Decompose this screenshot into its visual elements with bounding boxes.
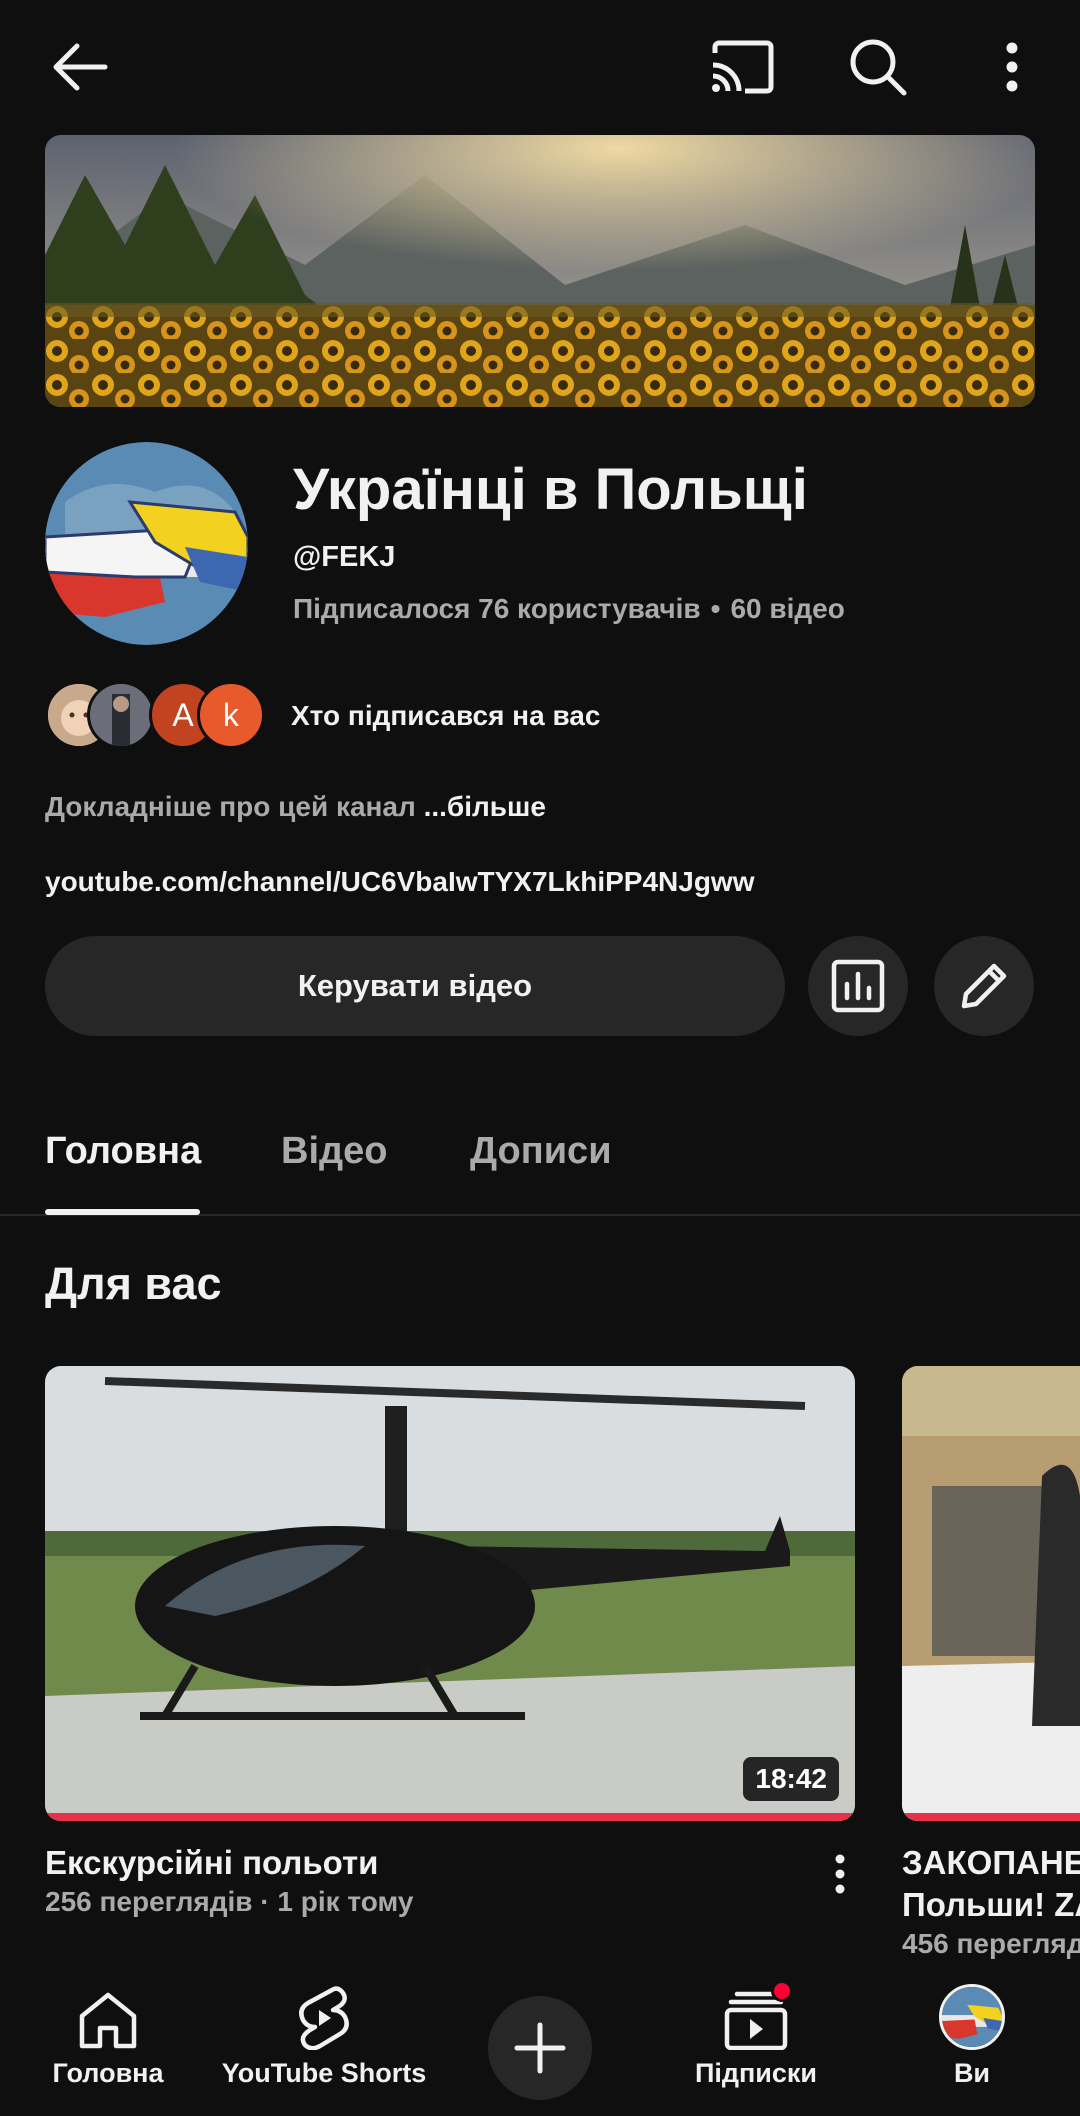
video-card[interactable]: 18:42 Екскурсійні польоти 256 переглядів…: [45, 1366, 855, 1917]
tab-videos[interactable]: Відео: [281, 1130, 387, 1173]
search-icon: [850, 39, 907, 96]
channel-handle: @FEKJ: [293, 541, 396, 573]
video-thumbnail[interactable]: [902, 1366, 1080, 1821]
back-button[interactable]: [40, 30, 120, 104]
video-title-line2: Польши! ZA: [902, 1886, 1080, 1923]
nav-you[interactable]: Ви: [912, 1976, 1032, 2116]
edit-channel-button[interactable]: [934, 936, 1034, 1036]
nav-subscriptions-label: Підписки: [694, 2058, 818, 2088]
search-button[interactable]: [838, 30, 918, 104]
manage-videos-button[interactable]: Керувати відео: [45, 936, 785, 1036]
tab-posts[interactable]: Дописи: [470, 1130, 612, 1173]
analytics-icon: [831, 959, 885, 1013]
channel-title: Українці в Польщі: [293, 457, 808, 522]
channel-about[interactable]: Докладніше про цей канал ...більше: [45, 791, 546, 823]
channel-stats: Підписалося 76 користувачів • 60 відео: [293, 593, 845, 625]
video-card[interactable]: ЗАКОПАНЕ Польши! ZA 456 перегляд: [902, 1366, 1080, 1966]
watch-progress-bar: [45, 1813, 855, 1821]
channel-avatar[interactable]: [45, 442, 248, 645]
subscriber-count: Підписалося 76 користувачів: [293, 593, 701, 624]
video-meta: 456 перегляд: [902, 1928, 1080, 1959]
more-vert-icon: [835, 1854, 845, 1894]
stats-separator: •: [710, 593, 721, 624]
nav-subscriptions[interactable]: Підписки: [686, 1976, 826, 2116]
bottom-navigation: Головна YouTube Shorts Підписки Ви: [0, 1976, 1080, 2116]
nav-shorts[interactable]: YouTube Shorts: [214, 1976, 434, 2116]
watch-progress-bar: [902, 1813, 1080, 1821]
nav-home[interactable]: Головна: [38, 1976, 178, 2116]
create-button[interactable]: [488, 1996, 592, 2100]
tab-home[interactable]: Головна: [45, 1130, 201, 1173]
video-meta: 256 переглядів · 1 рік тому: [45, 1886, 414, 1917]
subscriber-avatar: k: [197, 681, 265, 749]
who-subscribed-link[interactable]: Хто підписався на вас: [291, 700, 600, 732]
video-duration: 18:42: [743, 1757, 839, 1801]
analytics-button[interactable]: [808, 936, 908, 1036]
section-title: Для вас: [45, 1258, 222, 1309]
subscriber-avatars: A k: [45, 681, 265, 749]
video-count: 60 відео: [730, 593, 845, 624]
more-options-button[interactable]: [982, 30, 1042, 104]
cast-icon: [712, 40, 774, 94]
channel-link[interactable]: youtube.com/channel/UC6VbaIwTYX7LkhiPP4N…: [45, 866, 755, 898]
pencil-icon: [961, 963, 1007, 1009]
channel-tabs: Головна Відео Дописи: [0, 1110, 1080, 1216]
video-more-button[interactable]: [815, 1844, 865, 1904]
nav-home-label: Головна: [52, 2058, 164, 2088]
subscriber-avatar: [87, 681, 155, 749]
video-title: Екскурсійні польоти: [45, 1844, 379, 1881]
video-title: ЗАКОПАНЕ: [902, 1844, 1080, 1881]
shorts-icon: [299, 1986, 349, 2050]
about-more-link[interactable]: ...більше: [424, 791, 546, 822]
plus-icon: [514, 2022, 566, 2074]
nav-shorts-label: YouTube Shorts: [221, 2058, 427, 2088]
channel-banner: [45, 135, 1035, 407]
account-avatar: [939, 1984, 1005, 2050]
active-tab-indicator: [45, 1209, 200, 1215]
video-thumbnail[interactable]: 18:42: [45, 1366, 855, 1821]
subscribers-row[interactable]: A k: [45, 681, 265, 749]
notification-dot: [771, 1980, 793, 2002]
top-app-bar: [0, 0, 1080, 135]
about-text: Докладніше про цей канал: [45, 791, 424, 822]
home-icon: [79, 1992, 137, 2049]
arrow-left-icon: [53, 43, 108, 91]
nav-you-label: Ви: [953, 2058, 991, 2088]
more-vert-icon: [1006, 42, 1018, 92]
cast-button[interactable]: [702, 30, 782, 104]
